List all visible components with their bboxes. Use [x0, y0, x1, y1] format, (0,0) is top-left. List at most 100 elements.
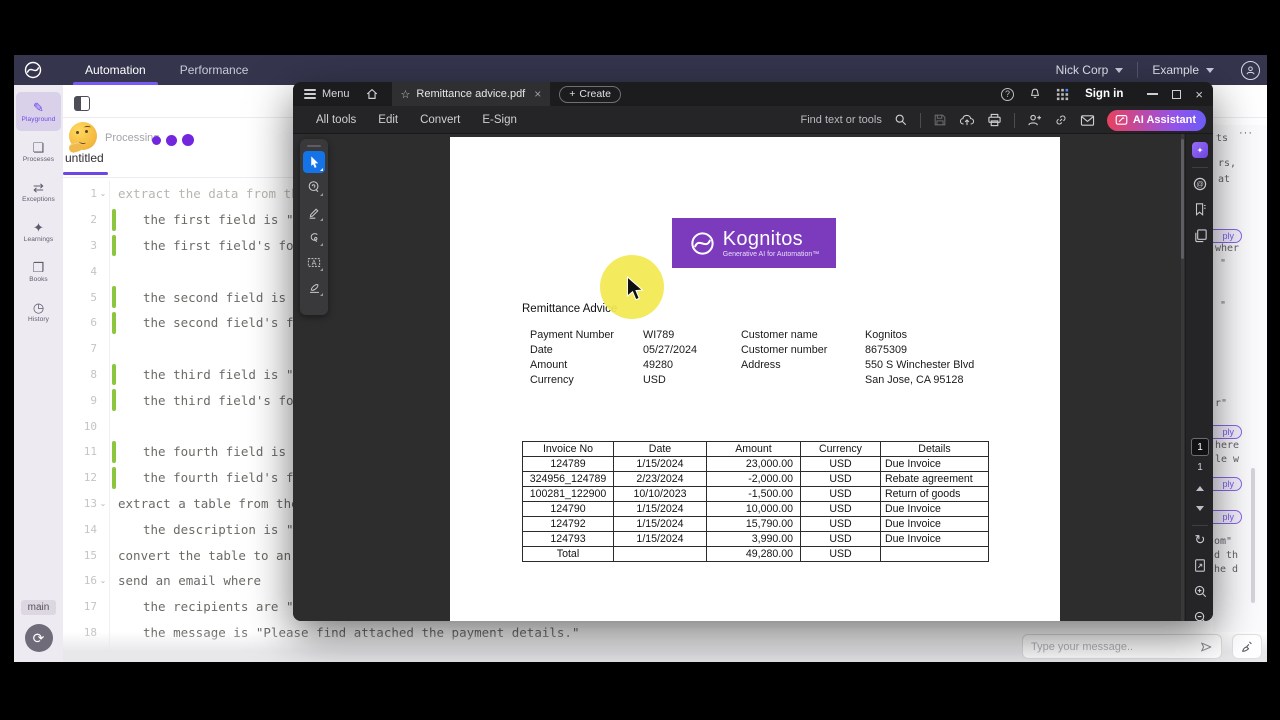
- org-selector[interactable]: Nick Corp: [1042, 63, 1138, 77]
- column-header: Details: [880, 441, 989, 457]
- fold-caret-icon[interactable]: ⌄: [97, 189, 109, 198]
- panel-menu-dots[interactable]: ···: [1239, 127, 1253, 139]
- fold-caret-icon[interactable]: ⌄: [97, 576, 109, 585]
- ai-summary-icon[interactable]: ✦: [1186, 142, 1213, 158]
- change-marker: [112, 363, 116, 386]
- document-tab[interactable]: ☆ Remittance advice.pdf ×: [391, 82, 551, 106]
- select-tool[interactable]: [303, 151, 325, 173]
- playground-pencil-icon: ✎: [33, 99, 44, 115]
- fold-caret-icon[interactable]: ⌄: [97, 499, 109, 508]
- tab-close-icon[interactable]: ×: [534, 87, 541, 101]
- previous-page-icon[interactable]: [1186, 486, 1213, 491]
- payment-summary-left: Payment Number WI789 Date 05/27/2024 Amo…: [530, 328, 697, 388]
- menubar-item[interactable]: Convert: [409, 114, 471, 126]
- history-clock-icon: ◷: [32, 299, 45, 315]
- invoice-row: 100281_122900 10/10/2023 -1,500.00 USD R…: [522, 486, 989, 502]
- sidebar-item[interactable]: ❒ Books: [16, 252, 61, 291]
- star-icon[interactable]: ☆: [401, 88, 411, 101]
- panel-text-fragment: r": [1215, 398, 1228, 409]
- ai-assistant-button[interactable]: AI Assistant: [1106, 109, 1206, 131]
- pages-thumbnails-icon[interactable]: [1186, 228, 1213, 243]
- person-icon: [1246, 65, 1255, 74]
- summary-row: Customer number 8675309: [741, 343, 908, 356]
- panel-toggle-icon[interactable]: [74, 96, 90, 111]
- chevron-down-icon: [1206, 67, 1214, 73]
- change-marker: [112, 544, 116, 566]
- home-icon[interactable]: [365, 87, 379, 101]
- line-number: 14: [83, 522, 97, 536]
- line-number: 12: [83, 471, 97, 485]
- highlight-pen-tool[interactable]: [303, 201, 325, 223]
- assistant-panel-sliver: ··· ts rs, at wher " " r" here le w om" …: [1190, 125, 1267, 632]
- menu-label[interactable]: Menu: [322, 88, 350, 100]
- find-label[interactable]: Find text or tools: [801, 114, 882, 126]
- sign-in-button[interactable]: Sign in: [1085, 88, 1123, 100]
- comments-icon[interactable]: @: [1186, 176, 1213, 192]
- invoice-row: Total 49,280.00 USD: [522, 546, 989, 562]
- window-maximize-icon[interactable]: [1172, 89, 1182, 99]
- ai-chat-icon: [1115, 114, 1128, 125]
- cloud-upload-icon[interactable]: [959, 113, 975, 127]
- change-marker: [112, 311, 116, 334]
- message-input[interactable]: Type your message..: [1022, 634, 1222, 659]
- clear-chat-button[interactable]: [1232, 634, 1262, 659]
- comment-tool[interactable]: [303, 176, 325, 198]
- line-number: 11: [83, 445, 97, 459]
- sidebar-item[interactable]: ⇄ Exceptions: [16, 172, 61, 211]
- invoice-table-header: Invoice No Date Amount Currency Details: [522, 441, 989, 457]
- email-icon[interactable]: [1080, 114, 1095, 127]
- line-number: 17: [83, 600, 97, 614]
- zoom-out-icon[interactable]: [1186, 610, 1213, 621]
- change-marker: [112, 440, 116, 463]
- create-button[interactable]: + Create: [559, 85, 621, 103]
- hamburger-menu-icon[interactable]: [293, 89, 316, 99]
- user-avatar[interactable]: [1241, 60, 1260, 80]
- line-number: 4: [90, 264, 97, 278]
- bookmarks-icon[interactable]: [1186, 202, 1213, 217]
- invoice-row: 124789 1/15/2024 23,000.00 USD Due Invoi…: [522, 456, 989, 472]
- acrobat-title-bar: Menu ☆ Remittance advice.pdf × + Create …: [293, 82, 1213, 106]
- document-tab-title: Remittance advice.pdf: [416, 88, 526, 100]
- sidebar-item[interactable]: ◷ History: [16, 292, 61, 331]
- total-pages-label: 1: [1197, 462, 1203, 473]
- menubar-item[interactable]: All tools: [305, 114, 367, 126]
- add-people-icon[interactable]: [1027, 113, 1042, 127]
- file-tab-untitled[interactable]: untitled: [65, 151, 104, 165]
- menubar-item[interactable]: E-Sign: [471, 114, 528, 126]
- sidebar-item[interactable]: ✎ Playground: [16, 92, 61, 131]
- print-icon[interactable]: [987, 113, 1002, 127]
- quick-tools-rail: A: [300, 139, 328, 315]
- draw-lasso-tool[interactable]: [303, 226, 325, 248]
- search-icon[interactable]: [894, 113, 908, 127]
- invoice-row: 124792 1/15/2024 15,790.00 USD Due Invoi…: [522, 516, 989, 532]
- add-text-tool[interactable]: A: [303, 251, 325, 273]
- link-icon[interactable]: [1054, 113, 1068, 127]
- rotate-refresh-icon[interactable]: ↻: [1186, 533, 1213, 546]
- window-close-icon[interactable]: ×: [1195, 87, 1203, 102]
- sidebar-item[interactable]: ❏ Processes: [16, 132, 61, 171]
- next-page-icon[interactable]: [1186, 506, 1213, 511]
- window-minimize-icon[interactable]: [1147, 93, 1159, 95]
- send-icon[interactable]: [1199, 640, 1213, 654]
- zoom-in-icon[interactable]: [1186, 584, 1213, 599]
- current-page-box[interactable]: 1: [1186, 438, 1213, 456]
- app-grid-icon[interactable]: [1056, 88, 1069, 101]
- panel-scrollbar[interactable]: [1251, 468, 1255, 603]
- fit-page-icon[interactable]: [1186, 558, 1213, 573]
- drag-handle[interactable]: [307, 145, 321, 147]
- document-canvas: Kognitos Generative AI for Automation™ R…: [293, 134, 1213, 621]
- workspace-selector[interactable]: Example: [1138, 63, 1228, 77]
- menubar-item[interactable]: Edit: [367, 114, 409, 126]
- panel-text-fragment: he d: [1214, 564, 1239, 575]
- svg-text:A: A: [312, 260, 317, 267]
- sync-loop-button[interactable]: ⟳: [24, 624, 53, 652]
- nav-tab[interactable]: Automation: [68, 55, 163, 85]
- sidebar-item[interactable]: ✦ Learnings: [16, 212, 61, 251]
- notifications-bell-icon[interactable]: [1028, 87, 1042, 101]
- nav-tab[interactable]: Performance: [163, 55, 266, 85]
- kognitos-logo-icon[interactable]: [23, 60, 43, 80]
- help-icon[interactable]: ?: [1001, 87, 1015, 101]
- save-icon: [933, 113, 947, 127]
- fill-sign-tool[interactable]: [303, 276, 325, 298]
- page-scrollbar-thumb[interactable]: [1181, 139, 1184, 259]
